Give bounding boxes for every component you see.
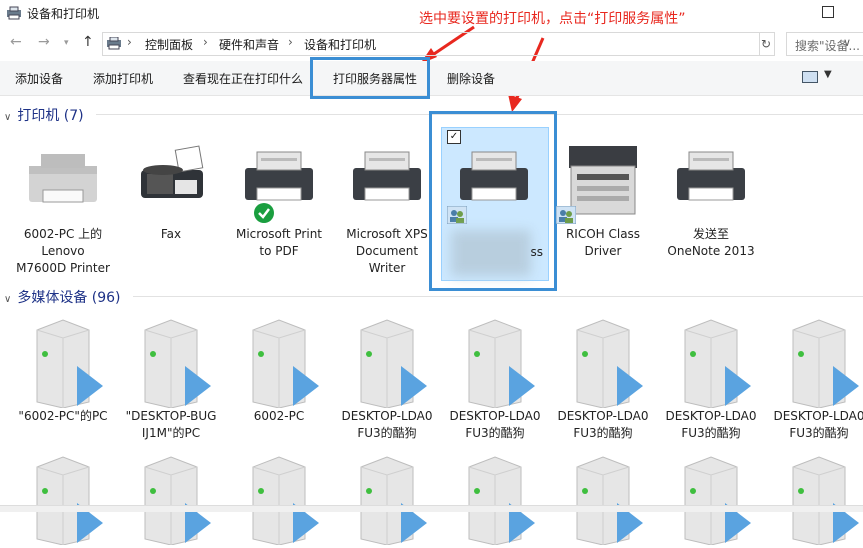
media-server-icon <box>455 318 535 409</box>
toolbar-highlight-box <box>310 57 430 99</box>
media-group-header[interactable]: ∨ 多媒体设备 (96) <box>4 287 121 307</box>
media-server-icon <box>347 318 427 409</box>
printer-icon <box>245 151 313 201</box>
media-device-label: "DESKTOP-BUG IJ1M"的PC <box>125 409 217 440</box>
media-server-icon <box>23 318 103 409</box>
media-device-label: DESKTOP-LDA0 FU3的酷狗 <box>665 409 757 440</box>
control-panel-icon <box>107 37 121 50</box>
breadcrumb-separator-icon: › <box>288 35 293 49</box>
printer-icon <box>353 151 421 201</box>
printers-group-header[interactable]: ∨ 打印机 (7) <box>4 105 84 125</box>
address-row: ← → ▾ ↑ › 控制面板 › 硬件和声音 › 设备和打印机 ∨ ↻ 搜索"设… <box>0 30 863 58</box>
shared-users-icon <box>447 206 467 224</box>
remove-device-button[interactable]: 删除设备 <box>447 70 495 87</box>
breadcrumb-devices-printers[interactable]: 设备和打印机 <box>304 36 376 53</box>
printer-icon <box>29 154 97 203</box>
see-printing-button[interactable]: 查看现在正在打印什么 <box>183 70 303 87</box>
printer-label: Microsoft Print to PDF <box>235 227 323 258</box>
default-check-icon <box>254 203 274 223</box>
media-server-icon <box>239 318 319 409</box>
media-server-icon <box>671 318 751 409</box>
printer-label: ss <box>530 245 543 259</box>
breadcrumb-separator-icon: › <box>203 35 208 49</box>
media-server-icon <box>131 318 211 409</box>
media-device-label: DESKTOP-LDA0 FU3的酷狗 <box>341 409 433 440</box>
fax-icon <box>141 145 204 198</box>
view-dropdown-icon[interactable]: ▼ <box>824 69 832 80</box>
search-input[interactable]: 搜索"设备... <box>786 32 863 56</box>
media-server-icon <box>563 455 643 546</box>
add-device-button[interactable]: 添加设备 <box>15 70 63 87</box>
media-device-label: DESKTOP-LDA0 FU3的酷狗 <box>449 409 541 440</box>
breadcrumb-control-panel[interactable]: 控制面板 <box>145 36 193 53</box>
media-server-icon <box>563 318 643 409</box>
recent-chevron-icon[interactable]: ▾ <box>64 38 69 48</box>
breadcrumb-hardware-sound[interactable]: 硬件和声音 <box>219 36 279 53</box>
fax-label: Fax <box>160 227 182 241</box>
collapse-chevron-icon: ∨ <box>4 112 12 123</box>
refresh-icon[interactable]: ↻ <box>758 32 775 56</box>
media-device-label: 6002-PC <box>253 409 305 423</box>
media-device-label: DESKTOP-LDA0 FU3的酷狗 <box>557 409 649 440</box>
shared-users-icon <box>556 206 576 224</box>
add-printer-button[interactable]: 添加打印机 <box>93 70 153 87</box>
media-server-icon <box>239 455 319 546</box>
media-server-icon <box>779 455 859 546</box>
media-device-label: "6002-PC"的PC <box>18 409 108 423</box>
up-arrow-icon[interactable]: ↑ <box>82 34 94 50</box>
media-server-icon <box>131 455 211 546</box>
printer-label: RICOH Class Driver <box>565 227 641 258</box>
media-server-icon <box>455 455 535 546</box>
printer-label: Microsoft XPS Document Writer <box>346 227 428 275</box>
printer-label: 发送至 OneNote 2013 <box>667 227 755 258</box>
printer-icon <box>677 151 745 201</box>
view-options-icon[interactable] <box>802 71 818 83</box>
media-device-label: DESKTOP-LDA0 FU3的酷狗 <box>773 409 863 440</box>
address-bar[interactable]: › 控制面板 › 硬件和声音 › 设备和打印机 ∨ <box>102 32 851 56</box>
printer-label: 6002-PC 上的 Lenovo M7600D Printer <box>16 227 110 275</box>
forward-arrow-icon[interactable]: → <box>38 34 50 50</box>
media-server-icon <box>347 455 427 546</box>
collapse-chevron-icon: ∨ <box>4 294 12 305</box>
group-divider <box>133 296 863 297</box>
command-toolbar: 添加设备 添加打印机 查看现在正在打印什么 打印服务器属性 删除设备 ▼ <box>0 61 863 96</box>
breadcrumb-separator-icon: › <box>127 35 132 49</box>
back-arrow-icon[interactable]: ← <box>10 34 22 50</box>
media-server-icon <box>23 455 103 546</box>
media-server-icon <box>671 455 751 546</box>
media-server-icon <box>779 318 859 409</box>
